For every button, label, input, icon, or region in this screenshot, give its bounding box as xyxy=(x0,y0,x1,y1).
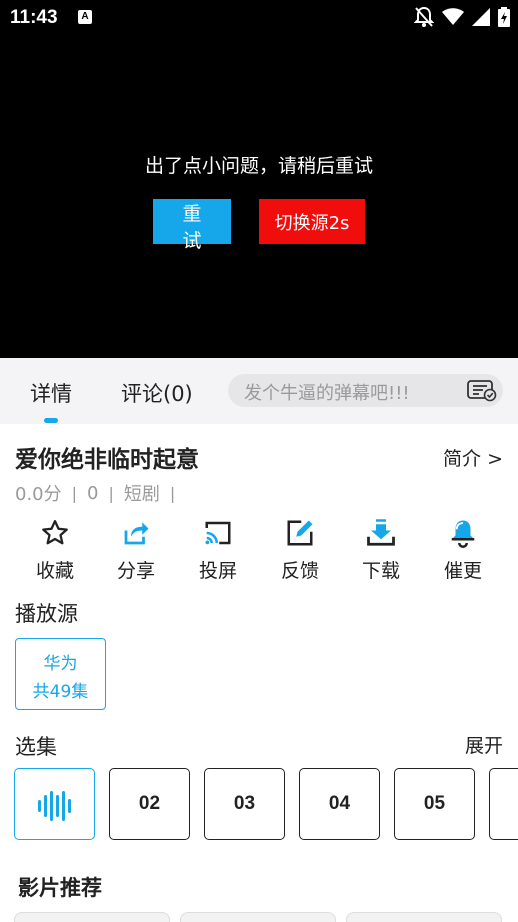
show-count: 0 xyxy=(87,482,99,504)
episode-item[interactable]: 02 xyxy=(109,768,190,840)
source-card-huawei[interactable]: 华为 共49集 xyxy=(15,638,106,710)
download-button[interactable]: 下载 xyxy=(340,518,422,583)
episodes-expand-button[interactable]: 展开 xyxy=(465,731,503,758)
share-label: 分享 xyxy=(116,560,155,582)
detail-tabs-bar: 详情 评论(0) 发个牛逼的弹幕吧!!! xyxy=(0,358,518,424)
action-bar: 收藏 分享 投屏 反馈 下载 催更 xyxy=(14,518,504,584)
episodes-section-title: 选集 xyxy=(15,735,57,759)
show-title: 爱你绝非临时起意 xyxy=(15,447,199,473)
bell-off-icon xyxy=(414,6,434,27)
a-notification-icon: A xyxy=(78,10,92,24)
wifi-icon xyxy=(442,8,464,25)
intro-link[interactable]: 简介 > xyxy=(443,444,503,471)
show-score: 0.0分 xyxy=(15,484,62,505)
signal-icon xyxy=(472,8,490,26)
recommend-card[interactable] xyxy=(180,912,336,922)
show-meta: 0.0分 | 0 | 短剧 | xyxy=(15,480,185,506)
feedback-button[interactable]: 反馈 xyxy=(259,518,341,583)
cast-label: 投屏 xyxy=(198,560,237,582)
download-label: 下载 xyxy=(361,560,400,582)
switch-source-button[interactable]: 切换源2s xyxy=(259,199,365,244)
recommend-list xyxy=(14,912,518,922)
feedback-label: 反馈 xyxy=(280,560,319,582)
recommend-section-title: 影片推荐 xyxy=(18,876,102,900)
favorite-label: 收藏 xyxy=(35,560,74,582)
favorite-button[interactable]: 收藏 xyxy=(14,518,96,583)
player-error-message: 出了点小问题，请稍后重试 xyxy=(144,155,373,177)
retry-button[interactable]: 重 试 xyxy=(153,199,231,252)
source-episode-count: 共49集 xyxy=(32,682,89,702)
video-player[interactable]: 11:43 A 出了点小问题，请稍后重试 重 试 切换源2s xyxy=(0,0,518,358)
episode-item[interactable]: 05 xyxy=(394,768,475,840)
episode-item-partial[interactable] xyxy=(489,768,518,840)
episode-item[interactable]: 03 xyxy=(204,768,285,840)
meta-divider: | xyxy=(169,483,176,503)
danmaku-input[interactable]: 发个牛逼的弹幕吧!!! xyxy=(228,374,503,407)
star-icon xyxy=(42,520,68,545)
cast-button[interactable]: 投屏 xyxy=(177,518,259,583)
source-name: 华为 xyxy=(43,654,78,674)
show-category: 短剧 xyxy=(123,484,160,505)
recommend-card[interactable] xyxy=(14,912,170,922)
cast-icon xyxy=(205,521,231,545)
episode-list: 02 03 04 05 xyxy=(14,768,518,841)
status-time: 11:43 xyxy=(10,7,58,28)
edit-icon xyxy=(287,520,313,546)
danmaku-settings-icon[interactable] xyxy=(467,380,497,402)
share-icon xyxy=(124,522,149,545)
urge-update-label: 催更 xyxy=(443,560,482,582)
episode-item-current[interactable] xyxy=(14,768,95,840)
danmaku-placeholder: 发个牛逼的弹幕吧!!! xyxy=(244,383,410,404)
source-section-title: 播放源 xyxy=(15,602,78,626)
meta-divider: | xyxy=(71,483,78,503)
status-icons xyxy=(414,6,510,28)
tab-comment[interactable]: 评论(0) xyxy=(121,378,193,408)
bell-icon xyxy=(451,520,475,548)
playing-bars-icon xyxy=(38,791,71,821)
meta-divider: | xyxy=(108,483,114,503)
tab-detail[interactable]: 详情 xyxy=(30,378,72,408)
recommend-card[interactable] xyxy=(346,912,502,922)
battery-icon xyxy=(498,7,510,27)
episode-item[interactable]: 04 xyxy=(299,768,380,840)
urge-update-button[interactable]: 催更 xyxy=(422,518,504,583)
tab-indicator xyxy=(44,418,58,423)
share-button[interactable]: 分享 xyxy=(95,518,177,583)
download-icon xyxy=(367,519,395,546)
status-bar: 11:43 A xyxy=(0,0,518,36)
